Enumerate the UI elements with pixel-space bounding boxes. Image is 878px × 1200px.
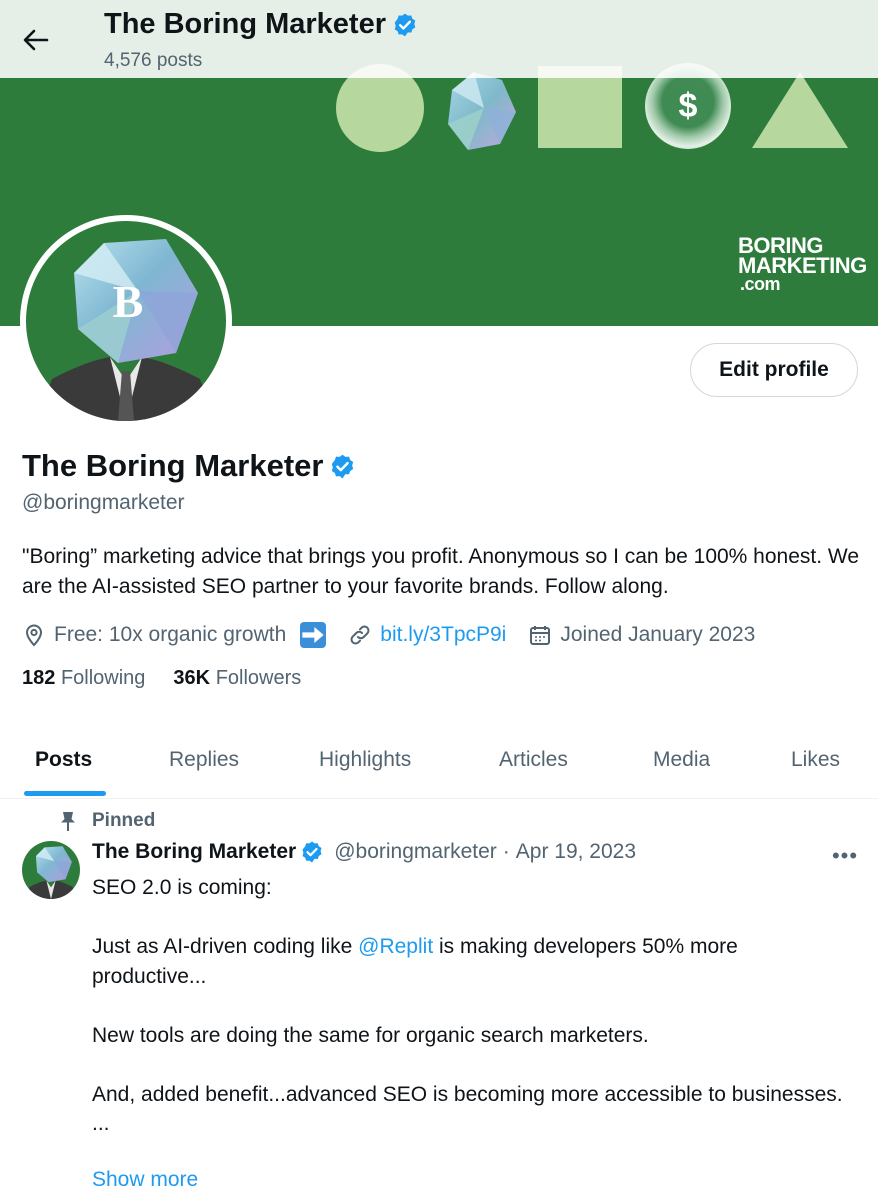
tweet-author-avatar[interactable] bbox=[22, 841, 80, 899]
display-name-text: The Boring Marketer bbox=[22, 448, 324, 483]
avatar-illustration: B bbox=[36, 239, 216, 421]
profile-handle: @boringmarketer bbox=[22, 491, 185, 514]
tweet-header: The Boring Marketer @boringmarketer · Ap… bbox=[92, 840, 636, 864]
followers-link[interactable]: 36K Followers bbox=[173, 667, 301, 690]
followers-label: Followers bbox=[215, 667, 302, 689]
tweet-date[interactable]: Apr 19, 2023 bbox=[516, 840, 636, 864]
verified-badge-icon bbox=[394, 13, 416, 36]
tweet-author-name[interactable]: The Boring Marketer bbox=[92, 840, 296, 864]
tweet-author-handle[interactable]: @boringmarketer bbox=[334, 840, 497, 864]
arrow-right-emoji-icon bbox=[300, 622, 327, 648]
profile-location: Free: 10x organic growth bbox=[22, 622, 327, 648]
profile-stats: 182 Following 36K Followers bbox=[22, 667, 301, 690]
profile-meta-row: Free: 10x organic growth bit.ly/3TpcP9i … bbox=[22, 619, 777, 651]
tab-replies[interactable]: Replies bbox=[169, 720, 239, 799]
tweet-separator: · bbox=[502, 840, 510, 863]
tab-likes[interactable]: Likes bbox=[791, 720, 840, 799]
tab-articles[interactable]: Articles bbox=[499, 720, 568, 799]
profile-website[interactable]: bit.ly/3TpcP9i bbox=[348, 623, 506, 647]
verified-badge-icon bbox=[332, 454, 354, 478]
brand-line-3: .com bbox=[740, 274, 781, 294]
avatar-letter: B bbox=[113, 276, 144, 327]
banner-brand-logo: BORING MARKETING .com bbox=[738, 235, 867, 294]
tweet-line-2-pre: Just as AI-driven coding like bbox=[92, 935, 359, 958]
verified-badge-icon bbox=[302, 841, 322, 863]
header-title-text: The Boring Marketer bbox=[104, 8, 386, 40]
profile-joined: Joined January 2023 bbox=[528, 623, 755, 647]
joined-text: Joined January 2023 bbox=[560, 623, 756, 646]
avatar-image: B bbox=[26, 221, 226, 421]
calendar-icon bbox=[530, 626, 551, 645]
banner-gem-shape bbox=[448, 72, 516, 150]
link-icon bbox=[350, 625, 370, 645]
profile-tabs: Posts Replies Highlights Articles Media … bbox=[0, 720, 878, 799]
location-text: Free: 10x organic growth bbox=[54, 623, 287, 646]
tab-posts[interactable]: Posts bbox=[35, 720, 92, 799]
top-header-bar: The Boring Marketer 4,576 posts bbox=[0, 0, 878, 78]
show-more-link[interactable]: Show more bbox=[92, 1168, 198, 1192]
location-pin-icon bbox=[25, 624, 43, 647]
back-arrow-icon bbox=[23, 29, 49, 51]
header-post-count: 4,576 posts bbox=[104, 50, 203, 71]
profile-bio: "Boring” marketing advice that brings yo… bbox=[22, 545, 860, 598]
tweet-body: SEO 2.0 is coming: Just as AI-driven cod… bbox=[92, 873, 852, 1139]
back-button[interactable] bbox=[18, 22, 54, 58]
following-link[interactable]: 182 Following bbox=[22, 667, 145, 690]
tweet-line-4: And, added benefit...advanced SEO is bec… bbox=[92, 1082, 843, 1106]
replit-mention-link[interactable]: @Replit bbox=[358, 935, 433, 958]
pin-icon bbox=[61, 812, 75, 831]
followers-count: 36K bbox=[173, 667, 211, 689]
following-label: Following bbox=[60, 667, 146, 689]
header-title: The Boring Marketer bbox=[104, 8, 418, 41]
profile-avatar[interactable]: B bbox=[20, 215, 232, 427]
tweet-avatar-illustration bbox=[24, 846, 78, 899]
pinned-label: Pinned bbox=[92, 810, 156, 831]
tweet-line-2: Just as AI-driven coding like @Replit is… bbox=[92, 932, 852, 991]
tweet-line-1: SEO 2.0 is coming: bbox=[92, 876, 272, 899]
website-link[interactable]: bit.ly/3TpcP9i bbox=[380, 623, 506, 647]
banner-triangle-shape bbox=[752, 72, 848, 148]
following-count: 182 bbox=[22, 667, 56, 689]
tweet-line-3: New tools are doing the same for organic… bbox=[92, 1023, 649, 1047]
more-options-icon[interactable]: ••• bbox=[830, 842, 860, 870]
profile-display-name: The Boring Marketer bbox=[22, 448, 356, 484]
tweet-line-5: ... bbox=[92, 1112, 110, 1135]
active-tab-indicator bbox=[24, 791, 106, 796]
banner-square-shape bbox=[538, 66, 622, 148]
edit-profile-button[interactable]: Edit profile bbox=[690, 343, 858, 397]
pinned-indicator: Pinned bbox=[58, 810, 155, 832]
tab-highlights[interactable]: Highlights bbox=[319, 720, 411, 799]
tab-media[interactable]: Media bbox=[653, 720, 710, 799]
